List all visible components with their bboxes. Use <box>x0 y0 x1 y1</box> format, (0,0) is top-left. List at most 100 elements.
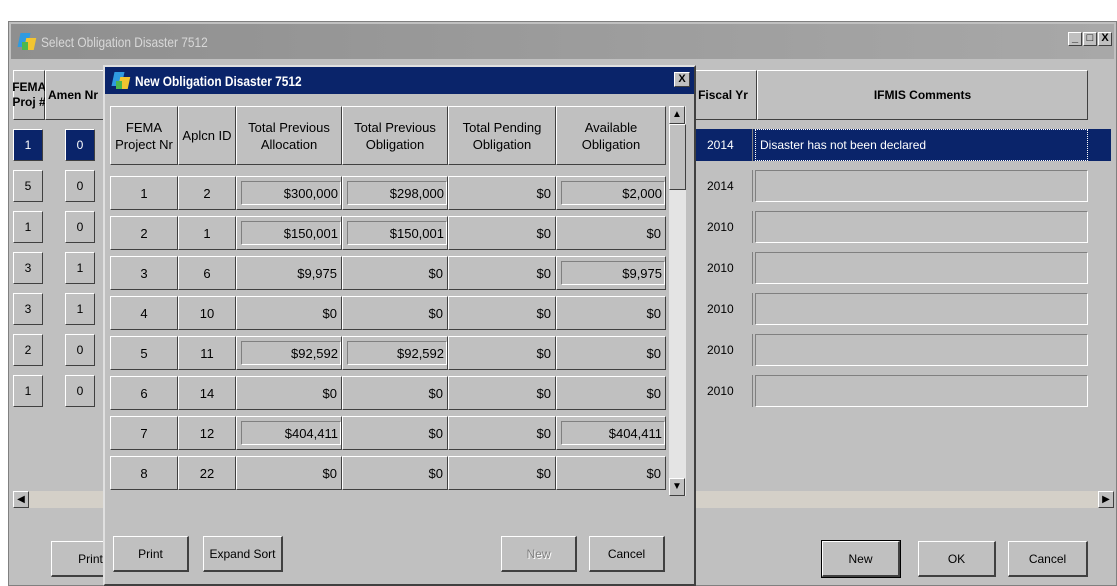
cell-fiscal-yr: 2010 <box>691 334 753 366</box>
cell-aplcn-id: 10 <box>178 296 236 330</box>
column-header-fiscal-yr[interactable]: Fiscal Yr <box>689 70 757 120</box>
column-header-total-pending-obligation[interactable]: Total Pending Obligation <box>448 106 556 165</box>
outer-new-button[interactable]: New <box>821 540 901 578</box>
close-icon[interactable]: X <box>674 72 690 87</box>
cell-ifmis-comment[interactable]: Disaster has not been declared <box>755 129 1088 161</box>
cell-available-obligation: $0 <box>556 336 666 370</box>
cell-ifmis-comment[interactable] <box>755 252 1088 284</box>
scroll-right-icon[interactable]: ▶ <box>1098 491 1114 508</box>
column-header-amend-nr[interactable]: Amen Nr <box>45 70 105 120</box>
cell-amend-nr[interactable]: 1 <box>65 293 95 325</box>
column-header-available-obligation[interactable]: Available Obligation <box>556 106 666 165</box>
cell-ifmis-comment[interactable] <box>755 293 1088 325</box>
column-header-ifmis-comments[interactable]: IFMIS Comments <box>757 70 1088 120</box>
cell-total-prev-allocation: $0 <box>236 376 342 410</box>
maximize-icon[interactable]: □ <box>1083 32 1097 46</box>
cell-amend-nr[interactable]: 0 <box>65 129 95 161</box>
cell-amend-nr[interactable]: 1 <box>65 252 95 284</box>
cell-amend-nr[interactable]: 0 <box>65 375 95 407</box>
cell-fiscal-yr: 2010 <box>691 252 753 284</box>
cell-aplcn-id: 6 <box>178 256 236 290</box>
cell-fema-proj[interactable]: 2 <box>13 334 43 366</box>
column-header-aplcn-id[interactable]: Aplcn ID <box>178 106 236 165</box>
scroll-left-icon[interactable]: ◀ <box>13 491 29 508</box>
cell-fiscal-yr: 2010 <box>691 293 753 325</box>
column-header-total-prev-obligation[interactable]: Total Previous Obligation <box>342 106 448 165</box>
cell-available-obligation: $0 <box>556 216 666 250</box>
table-row[interactable]: 2010 <box>691 334 1089 366</box>
column-header-label: Fiscal Yr <box>698 87 748 102</box>
cell-ifmis-comment[interactable] <box>755 211 1088 243</box>
cell-total-prev-allocation: $300,000 <box>236 176 342 210</box>
cell-fema-proj[interactable]: 1 <box>13 129 43 161</box>
column-header-label: Amen Nr <box>48 87 99 102</box>
cell-total-prev-allocation: $404,411 <box>236 416 342 450</box>
close-icon[interactable]: X <box>1098 32 1112 46</box>
column-header-total-prev-allocation[interactable]: Total Previous Allocation <box>236 106 342 165</box>
cell-fema-project-nr: 3 <box>110 256 178 290</box>
cell-ifmis-comment[interactable] <box>755 170 1088 202</box>
cell-available-obligation: $0 <box>556 296 666 330</box>
column-header-fema-proj[interactable]: FEMA Proj # <box>12 70 47 120</box>
inner-print-button[interactable]: Print <box>113 536 189 572</box>
cell-amend-nr[interactable]: 0 <box>65 170 95 202</box>
cell-ifmis-comment[interactable] <box>755 375 1088 407</box>
outer-ok-button[interactable]: OK <box>918 541 996 577</box>
cell-aplcn-id: 11 <box>178 336 236 370</box>
outer-title-bar[interactable]: Select Obligation Disaster 7512 _ □ X <box>11 24 1114 59</box>
inner-vertical-scrollbar[interactable]: ▲ ▼ <box>669 106 686 496</box>
cell-fema-proj[interactable]: 1 <box>13 211 43 243</box>
obligation-grid: FEMA Project Nr Aplcn ID Total Previous … <box>108 106 668 496</box>
cell-total-prev-allocation: $9,975 <box>236 256 342 290</box>
cell-total-prev-obligation: $92,592 <box>342 336 448 370</box>
cell-fema-proj[interactable]: 3 <box>13 252 43 284</box>
column-header-fema-project-nr[interactable]: FEMA Project Nr <box>110 106 178 165</box>
column-header-label: IFMIS Comments <box>873 87 972 102</box>
cell-available-obligation: $0 <box>556 456 666 490</box>
cell-available-obligation: $9,975 <box>556 256 666 290</box>
cell-total-pending-obligation: $0 <box>448 296 556 330</box>
table-row[interactable]: 2010 <box>691 211 1089 243</box>
cell-aplcn-id: 2 <box>178 176 236 210</box>
cell-fema-project-nr: 5 <box>110 336 178 370</box>
inner-title-bar[interactable]: New Obligation Disaster 7512 X <box>105 67 694 94</box>
inner-cancel-button[interactable]: Cancel <box>589 536 665 572</box>
table-row[interactable]: 2010 <box>691 293 1089 325</box>
cell-total-pending-obligation: $0 <box>448 416 556 450</box>
inner-new-button[interactable]: New <box>501 536 577 572</box>
cell-total-pending-obligation: $0 <box>448 176 556 210</box>
cell-total-prev-obligation: $298,000 <box>342 176 448 210</box>
cell-fema-project-nr: 1 <box>110 176 178 210</box>
cell-ifmis-comment[interactable] <box>755 334 1088 366</box>
column-header-label: FEMA Proj # <box>12 80 47 109</box>
table-row[interactable]: 2014 <box>691 170 1089 202</box>
table-row-selected[interactable]: 2014 Disaster has not been declared <box>691 129 1111 161</box>
cell-fema-proj[interactable]: 1 <box>13 375 43 407</box>
cell-available-obligation: $2,000 <box>556 176 666 210</box>
minimize-icon[interactable]: _ <box>1068 32 1082 46</box>
cell-fiscal-yr: 2014 <box>691 170 753 202</box>
scroll-down-icon[interactable]: ▼ <box>669 478 685 496</box>
outer-cancel-button[interactable]: Cancel <box>1008 541 1088 577</box>
cell-fema-proj[interactable]: 5 <box>13 170 43 202</box>
expand-sort-button[interactable]: Expand Sort <box>203 536 283 572</box>
new-obligation-dialog: New Obligation Disaster 7512 X FEMA Proj… <box>103 65 696 586</box>
cell-amend-nr[interactable]: 0 <box>65 211 95 243</box>
cell-fema-project-nr: 2 <box>110 216 178 250</box>
scroll-thumb[interactable] <box>669 124 686 190</box>
cell-total-pending-obligation: $0 <box>448 256 556 290</box>
table-row[interactable]: 2010 <box>691 252 1089 284</box>
table-row[interactable]: 2010 <box>691 375 1089 407</box>
cell-fema-project-nr: 8 <box>110 456 178 490</box>
inner-window-title: New Obligation Disaster 7512 <box>135 72 302 89</box>
app-logo-icon <box>17 32 37 52</box>
cell-available-obligation: $404,411 <box>556 416 666 450</box>
app-logo-icon <box>111 71 131 91</box>
cell-fema-project-nr: 7 <box>110 416 178 450</box>
scroll-up-icon[interactable]: ▲ <box>669 106 685 124</box>
cell-fema-proj[interactable]: 3 <box>13 293 43 325</box>
cell-available-obligation: $0 <box>556 376 666 410</box>
cell-aplcn-id: 14 <box>178 376 236 410</box>
cell-amend-nr[interactable]: 0 <box>65 334 95 366</box>
cell-total-pending-obligation: $0 <box>448 376 556 410</box>
